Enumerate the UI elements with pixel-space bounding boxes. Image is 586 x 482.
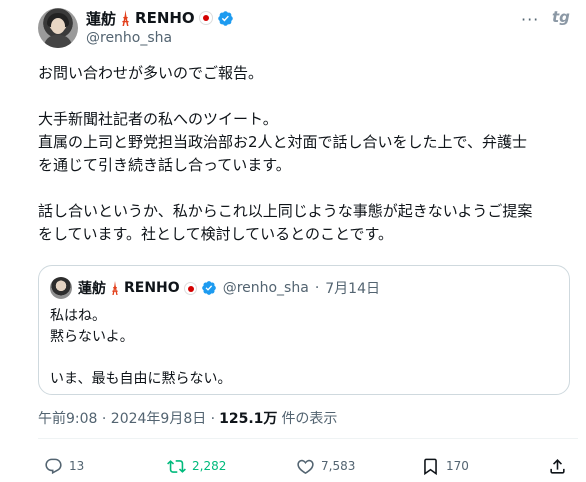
author-name-row[interactable]: 蓮舫 RENHO <box>86 8 234 28</box>
tweet-text: お問い合わせが多いのでご報告。 大手新聞社記者の私へのツイート。 直属の上司と野… <box>38 62 578 246</box>
quoted-tweet[interactable]: 蓮舫 RENHO @renho_sha · 7月14日 私はね。 黙らないよ。 … <box>38 265 570 395</box>
views-count: 125.1万 <box>219 411 278 427</box>
tweet-timestamp[interactable]: 午前9:08 · 2024年9月8日 · <box>38 408 215 428</box>
quote-separator: · <box>314 280 320 296</box>
quote-author-name-suffix: RENHO <box>124 280 180 296</box>
tweet-line-gap <box>38 177 578 200</box>
tweet-line: お問い合わせが多いのでご報告。 <box>38 64 264 82</box>
quote-author-avatar <box>50 277 72 299</box>
retweet-button[interactable]: 2,282 <box>167 456 226 476</box>
share-button[interactable] <box>548 456 567 476</box>
tokyo-tower-icon <box>112 281 118 295</box>
avatar-face <box>51 18 65 34</box>
quote-text: 私はね。 黙らないよ。 いま、最も自由に黙らない。 <box>50 306 231 390</box>
author-name-suffix[interactable]: RENHO <box>135 9 195 27</box>
divider <box>38 438 578 439</box>
bookmark-icon <box>424 458 437 475</box>
tokyo-tower-icon <box>122 10 129 26</box>
author-handle[interactable]: @renho_sha <box>86 30 172 46</box>
views-label: 件の表示 <box>281 411 338 427</box>
like-count: 7,583 <box>321 459 356 473</box>
bookmark-count: 170 <box>446 459 469 473</box>
verified-icon[interactable] <box>217 10 234 27</box>
heart-icon <box>297 459 314 474</box>
more-icon[interactable]: ··· <box>521 10 543 29</box>
quote-date: 7月14日 <box>325 281 380 297</box>
verified-icon <box>201 281 216 295</box>
tweet-line: 話し合いというか、私からこれ以上同じような事態が起きないようご提案 <box>38 202 533 220</box>
retweet-icon <box>167 459 186 473</box>
reply-button[interactable]: 13 <box>44 456 84 476</box>
author-avatar[interactable] <box>38 8 78 48</box>
japan-flag-icon <box>183 281 197 295</box>
tweet-line: をしています。社として検討しているとのことです。 <box>38 225 394 243</box>
tweet-line-gap <box>38 85 578 108</box>
tweet-meta: 午前9:08 · 2024年9月8日 · 125.1万 件の表示 <box>38 408 337 428</box>
like-button[interactable]: 7,583 <box>296 456 355 476</box>
quote-line: 黙らないよ。 <box>50 329 134 345</box>
author-name[interactable]: 蓮舫 <box>86 8 116 29</box>
reply-icon <box>45 458 62 474</box>
avatar-body <box>44 35 72 48</box>
quote-line: いま、最も自由に黙らない。 <box>50 371 232 387</box>
quote-line-gap <box>50 348 231 369</box>
reply-count: 13 <box>69 459 85 473</box>
quote-author-handle: @renho_sha <box>222 280 309 296</box>
tweet-line: 大手新聞社記者の私へのツイート。 <box>38 110 278 128</box>
tweet-detail: 蓮舫 RENHO @renho_sha ··· tg お問い合わせが多いのでご報… <box>0 0 586 482</box>
quote-header: 蓮舫 RENHO @renho_sha · 7月14日 <box>78 278 380 298</box>
tweet-line: 直属の上司と野党担当政治部お2人と対面で話し合いをした上で、弁護士 <box>38 133 527 151</box>
japan-flag-icon <box>198 11 213 25</box>
tweet-line: を通じて引き続き話し合っています。 <box>38 156 291 174</box>
bookmark-button[interactable]: 170 <box>421 456 469 476</box>
grok-icon[interactable]: tg <box>552 8 572 26</box>
share-icon <box>550 458 565 474</box>
quote-line: 私はね。 <box>50 308 106 324</box>
retweet-count: 2,282 <box>192 459 227 473</box>
quote-author-name: 蓮舫 <box>78 281 106 297</box>
